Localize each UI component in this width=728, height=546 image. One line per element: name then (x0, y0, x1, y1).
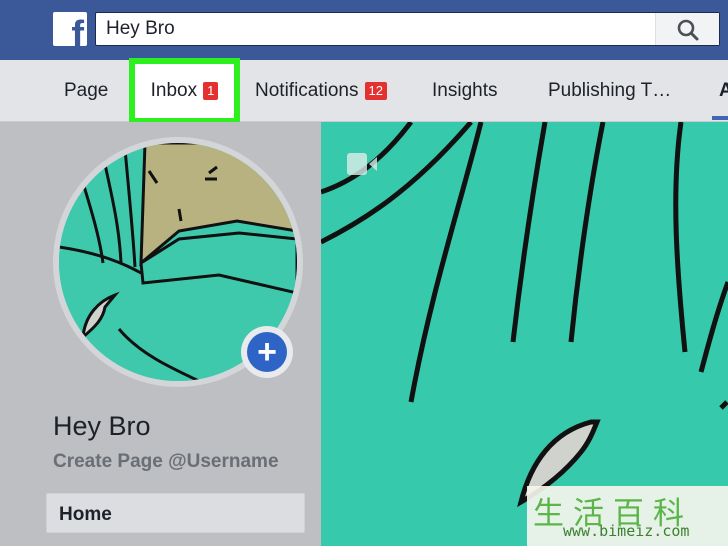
page-tab-bar: Page Inbox 1 Notifications 12 Insights P… (0, 58, 728, 124)
sidebar-item-home[interactable]: Home (46, 493, 305, 533)
tab-page[interactable]: Page (64, 60, 108, 122)
tab-cut-off-label: A (719, 80, 728, 101)
cover-photo[interactable] (321, 122, 728, 546)
tab-page-label: Page (64, 80, 109, 101)
plus-icon: + (247, 332, 287, 372)
search-input[interactable] (96, 13, 656, 45)
search-button[interactable] (655, 13, 719, 45)
tab-notifications[interactable]: Notifications 12 (255, 60, 387, 122)
page-name: Hey Bro (53, 411, 151, 441)
video-camera-icon[interactable] (347, 153, 379, 175)
search-box (95, 12, 720, 46)
inbox-count-badge: 1 (203, 82, 219, 100)
add-profile-photo-button[interactable]: + (241, 326, 293, 378)
facebook-logo-icon[interactable]: f (53, 12, 87, 46)
tab-inbox[interactable]: Inbox 1 (129, 58, 240, 124)
facebook-logo-letter: f (71, 14, 84, 46)
search-icon (677, 19, 699, 41)
tab-publishing-tools[interactable]: Publishing T… (548, 60, 671, 122)
top-bar: f (0, 0, 728, 60)
tab-insights[interactable]: Insights (432, 60, 497, 122)
tab-publishing-label: Publishing T… (548, 80, 672, 101)
tab-cut-off[interactable]: A (719, 60, 728, 122)
cover-drawing (321, 122, 728, 546)
active-tab-underline (712, 116, 728, 120)
tab-insights-label: Insights (432, 80, 498, 101)
tab-notifications-label: Notifications (255, 80, 359, 101)
notifications-count-badge: 12 (364, 82, 387, 100)
create-username-link[interactable]: Create Page @Username (53, 451, 279, 473)
watermark-url: www.bimeiz.com (563, 522, 690, 540)
sidebar-item-home-label: Home (59, 504, 112, 525)
watermark: 生活百科 www.bimeiz.com (527, 486, 728, 546)
tab-inbox-label: Inbox (150, 80, 198, 101)
